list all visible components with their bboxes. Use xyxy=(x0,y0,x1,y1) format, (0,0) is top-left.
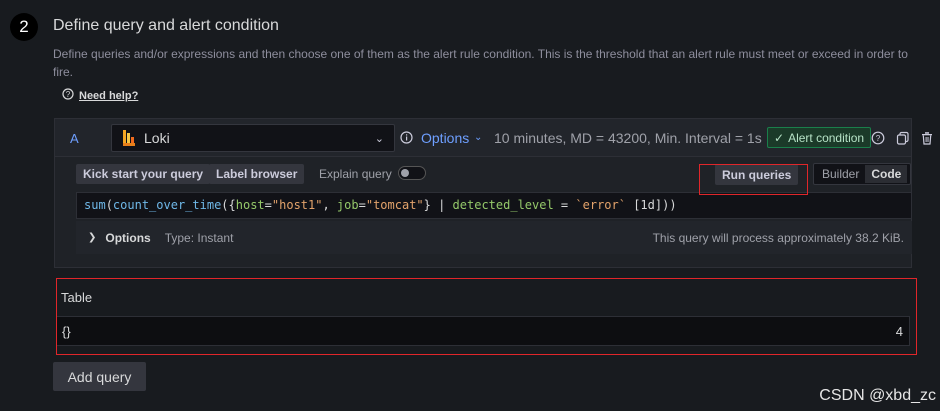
mode-code[interactable]: Code xyxy=(865,165,908,183)
code-token: `error` xyxy=(575,198,626,212)
svg-text:?: ? xyxy=(66,90,71,99)
chevron-down-icon: ⌄ xyxy=(374,132,384,145)
query-options-row[interactable]: ❯ Options Type: Instant This query will … xyxy=(76,221,912,254)
mode-builder[interactable]: Builder xyxy=(816,165,865,183)
code-token: = xyxy=(264,198,272,212)
toggle-knob xyxy=(401,169,409,177)
code-token: "host1" xyxy=(271,198,323,212)
need-help-label: Need help? xyxy=(79,89,139,102)
query-type-summary: Type: Instant xyxy=(164,230,234,245)
code-token: } | xyxy=(423,198,453,212)
code-token: host xyxy=(235,198,265,212)
query-options-summary: 10 minutes, MD = 43200, Min. Interval = … xyxy=(494,130,762,146)
run-queries-button[interactable]: Run queries xyxy=(715,164,799,185)
section-description: Define queries and/or expressions and th… xyxy=(53,47,908,79)
table-row: {} 4 xyxy=(56,316,910,346)
datasource-picker[interactable]: Loki ⌄ xyxy=(111,124,395,152)
duplicate-icon[interactable] xyxy=(895,130,911,146)
watermark: CSDN @xbd_zc xyxy=(819,387,936,404)
code-token: ({ xyxy=(221,198,236,212)
need-help-link[interactable]: ? Need help? xyxy=(62,88,138,103)
kick-start-button[interactable]: Kick start your query xyxy=(76,164,211,184)
check-icon: ✓ xyxy=(774,130,785,145)
code-token: , xyxy=(322,198,337,212)
code-token: count_over_time xyxy=(112,198,222,212)
add-query-button[interactable]: Add query xyxy=(53,362,146,391)
code-token: [1d])) xyxy=(625,198,677,212)
query-editor-row: A Loki ⌄ Options ⌄ 10 minutes, MD = 4320… xyxy=(54,118,932,268)
info-circle-icon[interactable] xyxy=(400,131,413,149)
code-token: "tomcat" xyxy=(365,198,424,212)
code-token: sum xyxy=(84,198,106,212)
loki-icon xyxy=(123,130,135,146)
table-cell-value: 4 xyxy=(895,323,903,339)
question-circle-icon: ? xyxy=(62,88,74,103)
code-token: ( xyxy=(105,198,113,212)
code-token: job xyxy=(336,198,359,212)
query-ref-id[interactable]: A xyxy=(70,131,79,146)
alert-condition-badge[interactable]: ✓ Alert condition xyxy=(767,127,872,148)
code-token: = xyxy=(553,198,576,212)
explain-query-toggle[interactable] xyxy=(398,166,426,180)
code-token: detected_level xyxy=(452,198,554,212)
explain-query-label: Explain query xyxy=(319,167,392,181)
query-header: A Loki ⌄ Options ⌄ 10 minutes, MD = 4320… xyxy=(55,119,932,157)
datasource-name: Loki xyxy=(144,130,170,146)
code-token: = xyxy=(358,198,366,212)
result-table-panel: Table {} 4 xyxy=(54,280,912,348)
table-title: Table xyxy=(61,290,93,305)
query-code-editor[interactable]: sum(count_over_time({host="host1", job="… xyxy=(76,192,912,219)
help-circle-icon[interactable]: ? xyxy=(870,130,886,146)
table-cell-labels: {} xyxy=(62,323,71,339)
svg-text:?: ? xyxy=(876,134,881,143)
trash-icon[interactable] xyxy=(919,130,935,146)
editor-mode-switch[interactable]: Builder Code xyxy=(813,163,911,185)
step-badge: 2 xyxy=(10,13,38,41)
query-options-toggle[interactable]: Options xyxy=(421,130,469,146)
alert-condition-label: Alert condition xyxy=(788,130,865,145)
chevron-down-icon[interactable]: ⌄ xyxy=(474,132,482,143)
chevron-right-icon[interactable]: ❯ xyxy=(88,232,96,243)
options-row-label: Options xyxy=(105,230,151,245)
section-title: Define query and alert condition xyxy=(53,17,279,34)
label-browser-button[interactable]: Label browser xyxy=(209,164,305,184)
query-size-info: This query will process approximately 38… xyxy=(652,230,904,245)
